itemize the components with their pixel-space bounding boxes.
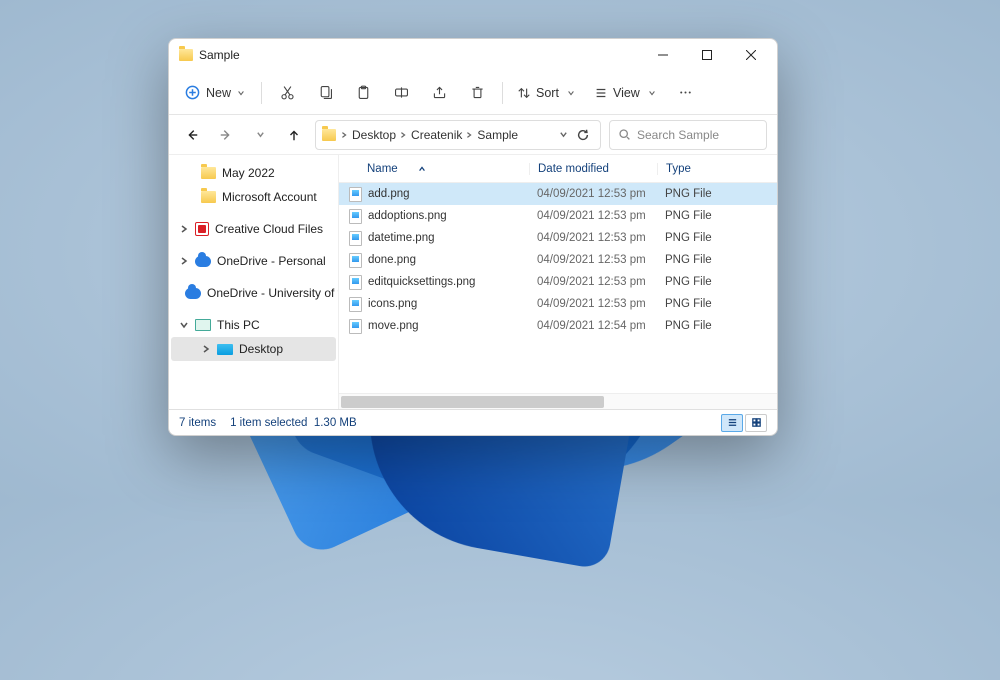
file-type: PNG File xyxy=(657,188,777,200)
desktop-icon xyxy=(217,344,233,355)
folder-icon xyxy=(322,129,336,141)
creative-cloud-icon xyxy=(195,222,209,236)
more-button[interactable] xyxy=(669,77,703,109)
file-row[interactable]: addoptions.png 04/09/2021 12:53 pmPNG Fil… xyxy=(339,205,777,227)
refresh-button[interactable] xyxy=(576,128,590,142)
address-bar[interactable]: Desktop Createnik Sample xyxy=(315,120,601,150)
folder-icon xyxy=(201,167,216,179)
file-date: 04/09/2021 12:53 pm xyxy=(529,254,657,266)
sidebar-item-onedrive-personal[interactable]: OneDrive - Personal xyxy=(171,249,336,273)
pc-icon xyxy=(195,319,211,331)
file-name: editquicksettings.png xyxy=(368,276,475,288)
back-button[interactable] xyxy=(179,122,205,148)
breadcrumb-item[interactable]: Desktop xyxy=(352,128,407,142)
forward-button[interactable] xyxy=(213,122,239,148)
file-date: 04/09/2021 12:54 pm xyxy=(529,320,657,332)
titlebar[interactable]: Sample xyxy=(169,39,777,71)
status-item-count: 7 items xyxy=(179,417,216,429)
image-file-icon xyxy=(349,297,362,312)
file-name: add.png xyxy=(368,188,410,200)
file-row[interactable]: datetime.png 04/09/2021 12:53 pmPNG File xyxy=(339,227,777,249)
file-row[interactable]: editquicksettings.png 04/09/2021 12:53 pm… xyxy=(339,271,777,293)
onedrive-icon xyxy=(185,288,201,299)
file-date: 04/09/2021 12:53 pm xyxy=(529,276,657,288)
image-file-icon xyxy=(349,275,362,290)
close-button[interactable] xyxy=(729,40,773,70)
view-label: View xyxy=(613,86,640,100)
file-row[interactable]: icons.png 04/09/2021 12:53 pmPNG File xyxy=(339,293,777,315)
file-date: 04/09/2021 12:53 pm xyxy=(529,188,657,200)
window-title: Sample xyxy=(199,48,240,62)
file-date: 04/09/2021 12:53 pm xyxy=(529,210,657,222)
search-placeholder: Search Sample xyxy=(637,128,719,142)
command-toolbar: New Sort View xyxy=(169,71,777,115)
breadcrumb-item[interactable]: Createnik xyxy=(411,128,473,142)
column-date[interactable]: Date modified xyxy=(529,163,657,175)
sidebar-item-desktop[interactable]: Desktop xyxy=(171,337,336,361)
file-name: icons.png xyxy=(368,298,417,310)
sidebar-item-msaccount[interactable]: Microsoft Account xyxy=(171,185,336,209)
sidebar-item-may2022[interactable]: May 2022 xyxy=(171,161,336,185)
new-label: New xyxy=(206,86,231,100)
up-button[interactable] xyxy=(281,122,307,148)
sidebar-item-thispc[interactable]: This PC xyxy=(171,313,336,337)
navigation-sidebar: May 2022 Microsoft Account Creative Clou… xyxy=(169,155,339,409)
file-type: PNG File xyxy=(657,254,777,266)
image-file-icon xyxy=(349,319,362,334)
image-file-icon xyxy=(349,209,362,224)
sort-indicator-icon xyxy=(418,165,426,173)
image-file-icon xyxy=(349,187,362,202)
file-type: PNG File xyxy=(657,276,777,288)
horizontal-scrollbar[interactable] xyxy=(339,393,777,409)
rename-button[interactable] xyxy=(384,77,418,109)
file-list-pane: Name Date modified Type add.png 04/09/202… xyxy=(339,155,777,409)
file-row[interactable]: done.png 04/09/2021 12:53 pmPNG File xyxy=(339,249,777,271)
share-button[interactable] xyxy=(422,77,456,109)
sidebar-item-onedrive-uni[interactable]: OneDrive - University of t xyxy=(171,281,336,305)
copy-button[interactable] xyxy=(308,77,342,109)
navigation-row: Desktop Createnik Sample Search Sample xyxy=(169,115,777,155)
column-type[interactable]: Type xyxy=(657,163,777,175)
file-date: 04/09/2021 12:53 pm xyxy=(529,298,657,310)
file-explorer-window: Sample New Sort View xyxy=(168,38,778,436)
folder-icon xyxy=(179,49,193,61)
file-type: PNG File xyxy=(657,320,777,332)
view-button[interactable]: View xyxy=(588,82,665,104)
sort-label: Sort xyxy=(536,86,559,100)
folder-icon xyxy=(201,191,216,203)
breadcrumb-item[interactable]: Sample xyxy=(477,128,518,142)
column-name[interactable]: Name xyxy=(339,163,529,175)
file-date: 04/09/2021 12:53 pm xyxy=(529,232,657,244)
minimize-button[interactable] xyxy=(641,40,685,70)
onedrive-icon xyxy=(195,256,211,267)
thumbnails-view-button[interactable] xyxy=(745,414,767,432)
file-name: done.png xyxy=(368,254,416,266)
file-type: PNG File xyxy=(657,232,777,244)
recent-dropdown[interactable] xyxy=(247,122,273,148)
paste-button[interactable] xyxy=(346,77,380,109)
delete-button[interactable] xyxy=(460,77,494,109)
cut-button[interactable] xyxy=(270,77,304,109)
file-row[interactable]: move.png 04/09/2021 12:54 pmPNG File xyxy=(339,315,777,337)
new-button[interactable]: New xyxy=(177,81,253,104)
file-name: addoptions.png xyxy=(368,210,447,222)
column-headers: Name Date modified Type xyxy=(339,155,777,183)
search-icon xyxy=(618,128,631,141)
image-file-icon xyxy=(349,231,362,246)
sort-button[interactable]: Sort xyxy=(511,82,584,104)
file-name: datetime.png xyxy=(368,232,435,244)
sidebar-item-creativecloud[interactable]: Creative Cloud Files xyxy=(171,217,336,241)
maximize-button[interactable] xyxy=(685,40,729,70)
search-input[interactable]: Search Sample xyxy=(609,120,767,150)
file-type: PNG File xyxy=(657,298,777,310)
file-type: PNG File xyxy=(657,210,777,222)
status-selected: 1 item selected 1.30 MB xyxy=(230,417,357,429)
status-bar: 7 items 1 item selected 1.30 MB xyxy=(169,409,777,435)
file-name: move.png xyxy=(368,320,419,332)
file-row[interactable]: add.png 04/09/2021 12:53 pmPNG File xyxy=(339,183,777,205)
chevron-down-icon[interactable] xyxy=(559,130,568,139)
file-list[interactable]: add.png04/09/2021 12:53 pmPNG Fileaddopt… xyxy=(339,183,777,393)
image-file-icon xyxy=(349,253,362,268)
details-view-button[interactable] xyxy=(721,414,743,432)
